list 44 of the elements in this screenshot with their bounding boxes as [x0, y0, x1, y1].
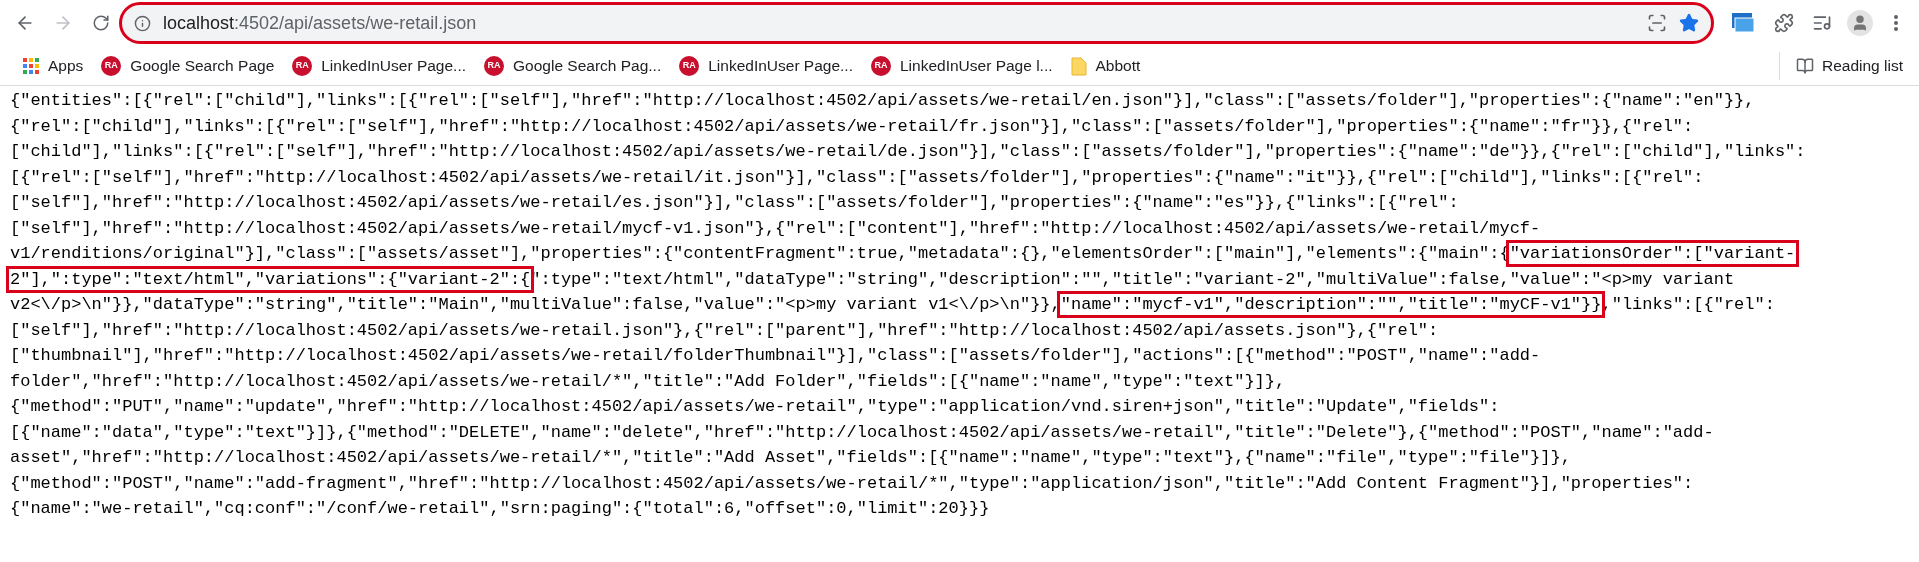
- json-text: ["thumbnail"],"href":"http://localhost:4502/api/assets/we-retail/folderThumbnail"}],"class":["assets/folder"],"actions":[{"method":"POST","name":"add-: [10, 346, 1541, 365]
- info-icon[interactable]: [134, 14, 151, 32]
- puzzle-piece-icon: [1774, 13, 1794, 33]
- json-text: v1/renditions/original"}],"class":["assets/asset"],"properties":{"contentFragment":true,"metadata":{},"elementsOrder":["main"],"elements":{"main":{: [10, 244, 1510, 263]
- more-icon: [1894, 15, 1898, 31]
- site-logo-icon: RA: [679, 55, 700, 76]
- reload-icon: [92, 14, 110, 32]
- json-text: ["self"],"href":"http://localhost:4502/api/assets/we-retail.json"},{"rel":["parent"],"href":"http://localhost:4502/api/assets.json"},{"rel":: [10, 320, 1439, 340]
- site-logo-icon: RA: [101, 55, 122, 76]
- person-icon: [1851, 14, 1869, 32]
- reading-list-button[interactable]: Reading list: [1792, 53, 1907, 78]
- json-text: ,"links":[{"rel":: [1601, 295, 1775, 314]
- json-text: {"method":"PUT","name":"update","href":"http://localhost:4502/api/assets/we-retail","type":"application/vnd.siren+json","title":"Update","fields":: [10, 397, 1500, 416]
- site-logo-icon: RA: [292, 55, 313, 76]
- json-text: {"method":"POST","name":"add-fragment","href":"http://localhost:4502/api/assets/we-retail/*","type":"application/json","title":"Add Content Fragment"}],"properties":: [10, 473, 1694, 493]
- url-text: localhost:4502/api/assets/we-retail.json: [163, 11, 477, 35]
- json-text: {"entities":[{"rel":["child"],"links":[{"rel":["self"],"href":"http://localhost:4502/api/assets/we-retail/en.json"}],"class":["assets/folder"],"properties":{"name":"en"}},: [10, 91, 1755, 110]
- screen-capture-icon[interactable]: [1731, 12, 1755, 34]
- music-list-icon: [1812, 13, 1832, 33]
- json-text: ":type":"text/html","dataType":"string","description":"","title":"variant-2","multiValue":false,"value":"<p>my variant: [530, 269, 1735, 289]
- folder-icon: [1070, 55, 1087, 76]
- bookmark-item[interactable]: RA LinkedInUser Page...: [672, 49, 860, 82]
- apps-grid-icon: [23, 57, 39, 74]
- bookmark-item[interactable]: Abbott: [1063, 49, 1148, 82]
- json-text: [{"name":"data","type":"text"}]},{"method":"DELETE","name":"delete","href":"http://localhost:4502/api/assets/we-retail","title":"Delete"},{"method":"POST","name":"add-: [10, 422, 1714, 442]
- json-text: {"rel":["child"],"links":[{"rel":["self"],"href":"http://localhost:4502/api/assets/we-retail/fr.json"}],"class":["assets/folder"],"properties":{"name":"fr"}},{"rel":: [10, 116, 1694, 136]
- json-text: v2<\/p>\n"}},"dataType":"string","title":"Main","multiValue":false,"value":"<p>my variant v1<\/p>\n"}},: [10, 295, 1061, 314]
- bookmark-item[interactable]: RA Google Search Pag...: [477, 49, 669, 82]
- bookmark-item[interactable]: RA Google Search Page: [94, 49, 282, 82]
- json-text: folder","href":"http://localhost:4502/api/assets/we-retail/*","title":"Add Folder","fields":[{"name":"name","type":"text"}]},: [10, 371, 1286, 391]
- json-text: asset","href":"http://localhost:4502/api/assets/we-retail/*","title":"Add Asset","fields":[{"name":"name","type":"text"},{"name":"file","type":"file"}]},: [10, 448, 1571, 467]
- open-book-icon: [1796, 56, 1814, 75]
- bookmark-item[interactable]: Apps: [16, 49, 91, 82]
- site-logo-icon: RA: [484, 55, 504, 76]
- address-bar[interactable]: localhost:4502/api/assets/we-retail.json: [122, 5, 1711, 41]
- json-text: ["self"],"href":"http://localhost:4502/api/assets/we-retail/mycf-v1.json"},{"rel":["content"],"href":"http://localhost:4502/api/assets/we-retail/mycf-: [10, 218, 1541, 238]
- bookmark-item[interactable]: RA LinkedInUser Page...: [285, 49, 473, 82]
- json-text: {"name":"we-retail","cq:conf":"/conf/we-retail","srn:paging":{"total":6,"offset":0,"limit":20}}}: [10, 499, 990, 518]
- json-text: ["self"],"href":"http://localhost:4502/api/assets/we-retail/es.json"}],"class":["assets/folder"],"properties":{"name":"es"}},{"links":[{"rel":: [10, 193, 1459, 212]
- json-text: ["child"],"links":[{"rel":["self"],"href":"http://localhost:4502/api/assets/we-retail/de.json"}],"class":["assets/folder"],"properties":{"name":"de"}},{"rel":["child"],"links":: [10, 142, 1806, 161]
- json-text: [{"rel":["self"],"href":"http://localhost:4502/api/assets/we-retail/it.json"}],"class":["assets/folder"],"properties":{"name":"it"}},{"rel":["child"],"links":[{"rel":: [10, 167, 1704, 187]
- bookmark-star-icon[interactable]: [1679, 13, 1699, 33]
- site-logo-icon: RA: [871, 55, 891, 76]
- bookmark-item[interactable]: RA LinkedInUser Page l...: [864, 49, 1060, 82]
